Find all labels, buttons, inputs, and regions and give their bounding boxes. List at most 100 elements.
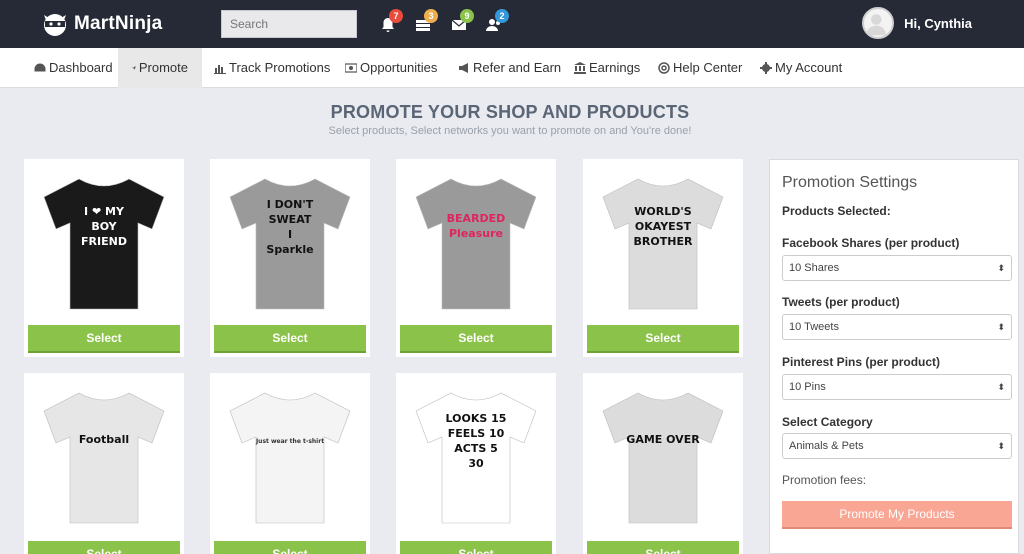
product-image: I ❤ MY BOY FRIEND (24, 159, 184, 319)
select-product-button[interactable]: Select (587, 541, 739, 554)
products-selected-label: Products Selected: (782, 204, 891, 218)
select-product-button[interactable]: Select (400, 541, 552, 554)
shirt-print-text: WORLD'S (634, 205, 691, 218)
user-greeting: Hi, Cynthia (904, 15, 972, 31)
nav-help-center[interactable]: Help Center (644, 48, 756, 88)
shirt-print-text: I DON'T (267, 198, 314, 211)
notification-badge: 3 (424, 9, 438, 23)
product-image: LOOKS 15 FEELS 10 ACTS 5 30 (396, 373, 556, 533)
select-value: 10 Tweets (789, 321, 839, 333)
search-input[interactable] (221, 10, 357, 38)
product-image: BEARDED Pleasure (396, 159, 556, 319)
logo-text: MartNinja (74, 13, 163, 34)
select-value: Animals & Pets (789, 440, 864, 452)
nav-opportunities[interactable]: Opportunities (331, 48, 451, 88)
user-avatar-icon (866, 14, 886, 36)
logo[interactable]: MartNinja (40, 6, 162, 42)
tweets-label: Tweets (per product) (782, 295, 900, 309)
page-title: PROMOTE YOUR SHOP AND PRODUCTS (330, 102, 690, 122)
category-select[interactable]: Animals & Pets ⬍ (782, 433, 1012, 459)
product-card[interactable]: I DON'T SWEAT I Sparkle Select (210, 159, 370, 357)
shirt-print-text: BROTHER (634, 235, 693, 248)
notification-messages[interactable]: 9 (451, 9, 474, 35)
user-menu[interactable]: Hi, Cynthia (862, 7, 972, 39)
nav-label: Earnings (589, 60, 641, 75)
shirt-print-text: SWEAT (269, 213, 312, 226)
shirt-print-text: Just wear the t-shirt (255, 438, 324, 445)
product-image: I DON'T SWEAT I Sparkle (210, 159, 370, 319)
notification-badge: 9 (460, 9, 474, 23)
shirt-print-text: I (288, 228, 292, 241)
select-product-button[interactable]: Select (214, 325, 366, 353)
promotion-fees-label: Promotion fees: (782, 473, 867, 487)
tshirt-image: BEARDED Pleasure (415, 178, 537, 310)
product-image: WORLD'S OKAYEST BROTHER (583, 159, 743, 319)
select-value: 10 Pins (789, 381, 826, 393)
shirt-print-text: FRIEND (81, 235, 127, 248)
ninja-logo-icon (44, 14, 66, 36)
select-arrows-icon: ⬍ (997, 441, 1005, 451)
tshirt-image: Just wear the t-shirt (229, 392, 351, 524)
select-product-button[interactable]: Select (587, 325, 739, 353)
nav-refer-and-earn[interactable]: Refer and Earn (444, 48, 575, 88)
nav-label: Track Promotions (229, 60, 331, 75)
select-product-button[interactable]: Select (400, 325, 552, 353)
tweets-select[interactable]: 10 Tweets ⬍ (782, 314, 1012, 340)
pinterest-pins-select[interactable]: 10 Pins ⬍ (782, 374, 1012, 400)
product-card[interactable]: Football Select (24, 373, 184, 554)
top-bar: MartNinja 7 3 9 2 Hi, Cynthia (0, 0, 1024, 48)
select-arrows-icon: ⬍ (997, 322, 1005, 332)
product-image: Just wear the t-shirt (210, 373, 370, 533)
megaphone-icon (459, 63, 468, 73)
category-label: Select Category (782, 415, 873, 429)
product-card[interactable]: LOOKS 15 FEELS 10 ACTS 5 30 Select (396, 373, 556, 554)
notification-badge: 7 (389, 9, 403, 23)
gear-icon (760, 62, 772, 74)
promote-my-products-button[interactable]: Promote My Products (782, 501, 1012, 529)
notification-users[interactable]: 2 (486, 9, 509, 35)
product-card[interactable]: I ❤ MY BOY FRIEND Select (24, 159, 184, 357)
shirt-print-text: FEELS 10 (448, 427, 505, 440)
tshirt-image: I ❤ MY BOY FRIEND (43, 178, 165, 310)
bar-chart-icon (214, 65, 226, 74)
notification-badge: 2 (495, 9, 509, 23)
send-icon (132, 66, 136, 70)
select-product-button[interactable]: Select (214, 541, 366, 554)
nav-label: Opportunities (360, 60, 438, 75)
shirt-print-text: BOY (91, 220, 117, 233)
money-icon (345, 63, 357, 73)
nav-dashboard[interactable]: Dashboard (20, 48, 127, 88)
select-product-button[interactable]: Select (28, 541, 180, 554)
select-value: 10 Shares (789, 262, 840, 274)
notification-stack[interactable]: 3 (415, 9, 438, 35)
nav-label: Promote (138, 60, 188, 75)
product-card[interactable]: GAME OVER Select (583, 373, 743, 554)
tshirt-image: LOOKS 15 FEELS 10 ACTS 5 30 (415, 392, 537, 524)
product-card[interactable]: Just wear the t-shirt Select (210, 373, 370, 554)
shirt-print-text: Pleasure (449, 227, 503, 240)
product-card[interactable]: BEARDED Pleasure Select (396, 159, 556, 357)
lifebuoy-icon (658, 62, 670, 74)
nav-label: Refer and Earn (473, 60, 562, 75)
page-subtitle: Select products, Select networks you wan… (328, 125, 692, 137)
product-card[interactable]: WORLD'S OKAYEST BROTHER Select (583, 159, 743, 357)
notification-bell[interactable]: 7 (380, 9, 403, 35)
shirt-print-text: Sparkle (266, 243, 313, 256)
bank-icon (574, 62, 586, 74)
product-image: GAME OVER (583, 373, 743, 533)
shirt-print-text: BEARDED (447, 212, 506, 225)
nav-track-promotions[interactable]: Track Promotions (200, 48, 344, 88)
shirt-print-text: Football (79, 433, 129, 446)
shirt-print-text: 30 (468, 457, 484, 470)
facebook-shares-label: Facebook Shares (per product) (782, 236, 960, 250)
select-product-button[interactable]: Select (28, 325, 180, 353)
nav-promote[interactable]: Promote (118, 48, 202, 88)
tshirt-image: WORLD'S OKAYEST BROTHER (602, 178, 724, 310)
product-image: Football (24, 373, 184, 533)
promotion-settings-panel: Promotion Settings Products Selected: Fa… (769, 159, 1019, 554)
shirt-print-text: GAME OVER (626, 433, 700, 446)
nav-earnings[interactable]: Earnings (560, 48, 654, 88)
nav-my-account[interactable]: My Account (746, 48, 856, 88)
facebook-shares-select[interactable]: 10 Shares ⬍ (782, 255, 1012, 281)
tshirt-image: I DON'T SWEAT I Sparkle (229, 178, 351, 310)
